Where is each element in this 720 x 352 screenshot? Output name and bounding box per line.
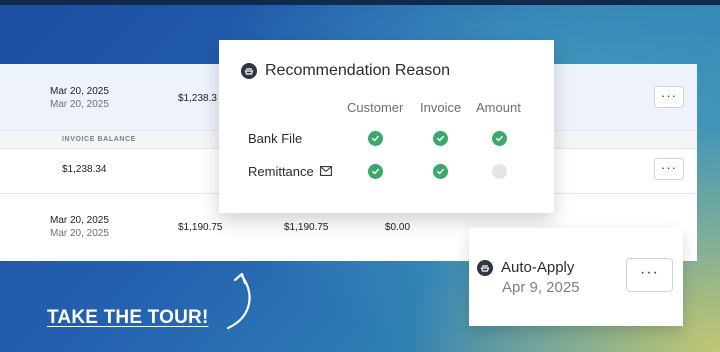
reason-label: Remittance [248,164,314,179]
top-bar [0,0,720,5]
reason-label: Bank File [248,131,303,146]
row-more-button[interactable]: ··· [654,86,684,108]
amount-cell: $1,190.75 [178,222,223,233]
check-icon [433,164,448,179]
amount-cell: $1,238.3 [178,93,217,104]
envelope-icon [319,164,332,179]
check-icon [433,131,448,146]
auto-apply-title: Auto-Apply [501,259,575,276]
auto-apply-header: Auto-Apply [477,259,574,276]
check-icon [492,131,507,146]
invoice-balance-header: INVOICE BALANCE [62,136,136,143]
date-cell: Mar 20, 2025 Mar 20, 2025 [50,85,109,111]
column-header-invoice: Invoice [420,100,462,115]
column-header-customer: Customer [347,100,404,115]
date-primary: Mar 20, 2025 [50,215,109,226]
date-primary: Mar 20, 2025 [50,86,109,97]
auto-apply-more-button[interactable]: ··· [626,258,673,292]
amount-cell: $1,190.75 [284,222,329,233]
row-more-button[interactable]: ··· [654,158,684,180]
auto-apply-date: Apr 9, 2025 [502,279,580,296]
reason-row-bank-file: Bank File [248,131,302,146]
popover-title-text: Recommendation Reason [265,62,450,79]
unmatched-indicator [492,164,507,179]
recommendation-popover: Recommendation Reason Customer Invoice A… [219,40,554,213]
take-the-tour-link[interactable]: TAKE THE TOUR! [47,307,208,329]
reason-row-remittance: Remittance [248,164,332,179]
date-cell: Mar 20, 2025 Mar 20, 2025 [50,214,109,240]
recommendation-icon [241,63,257,79]
date-secondary: Mar 20, 2025 [50,99,109,110]
popover-title: Recommendation Reason [241,62,450,80]
curved-arrow-icon [226,272,251,330]
invoice-balance-cell: $1,238.34 [62,164,107,175]
auto-apply-card: Auto-Apply Apr 9, 2025 ··· [469,228,683,326]
check-icon [368,131,383,146]
check-icon [368,164,383,179]
amount-cell: $0.00 [385,222,411,233]
recommendation-icon [477,259,493,276]
date-secondary: Mar 20, 2025 [50,228,109,239]
column-header-amount: Amount [476,100,521,115]
